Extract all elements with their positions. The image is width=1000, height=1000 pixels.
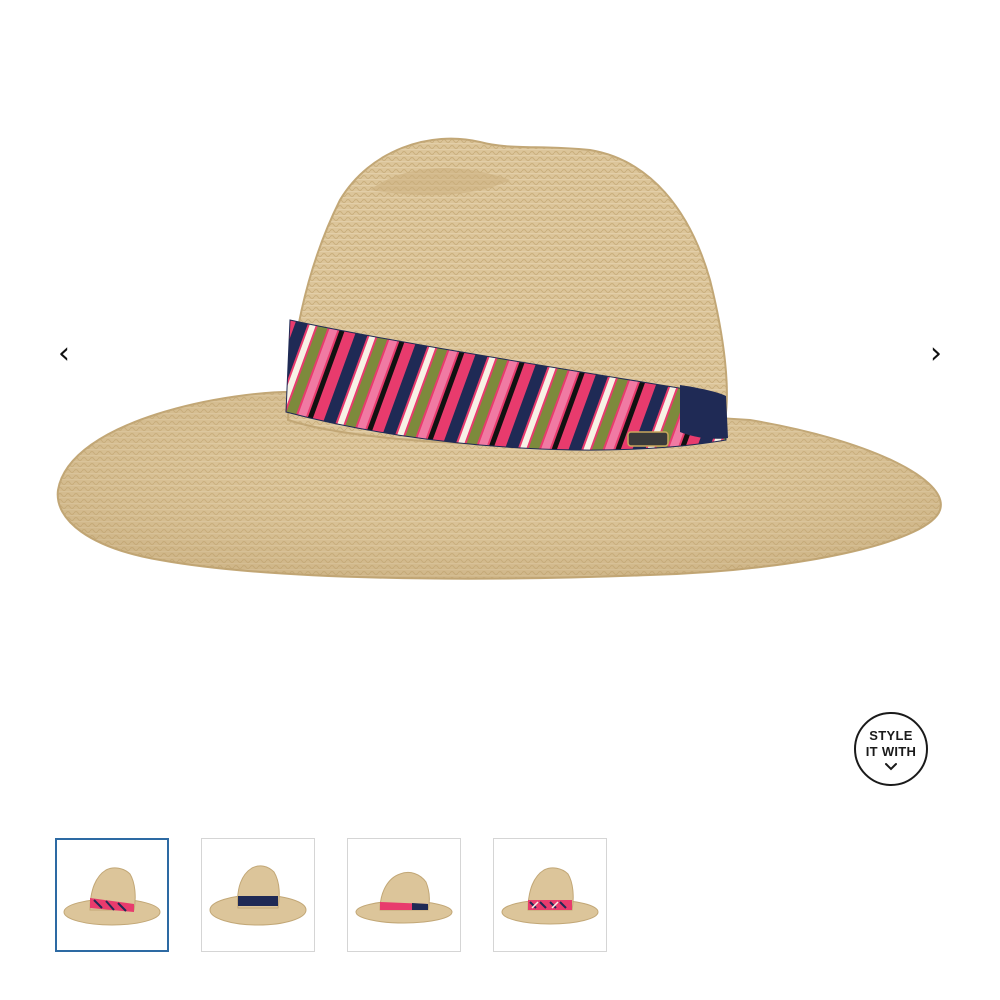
thumbnail-3-image — [355, 871, 453, 924]
thumbnail-4-image — [501, 867, 599, 925]
thumbnail-4[interactable] — [493, 838, 607, 952]
thumbnail-1-image — [63, 867, 161, 926]
thumbnail-3[interactable] — [347, 838, 461, 952]
style-it-with-label-line2: IT WITH — [865, 743, 917, 759]
thumbnail-1[interactable] — [55, 838, 169, 952]
chevron-down-icon — [885, 762, 897, 770]
previous-image-button[interactable]: ‹ — [46, 336, 82, 372]
chevron-left-icon: ‹ — [58, 336, 70, 371]
main-product-image — [56, 137, 942, 580]
product-gallery: ‹ › STYLE IT WITH — [0, 0, 1000, 820]
style-it-with-button[interactable]: STYLE IT WITH — [854, 712, 928, 786]
next-image-button[interactable]: › — [918, 336, 954, 372]
thumbnail-2-image — [209, 865, 307, 926]
thumbnail-2[interactable] — [201, 838, 315, 952]
chevron-right-icon: › — [930, 336, 942, 371]
style-it-with-label-line1: STYLE — [869, 727, 913, 743]
